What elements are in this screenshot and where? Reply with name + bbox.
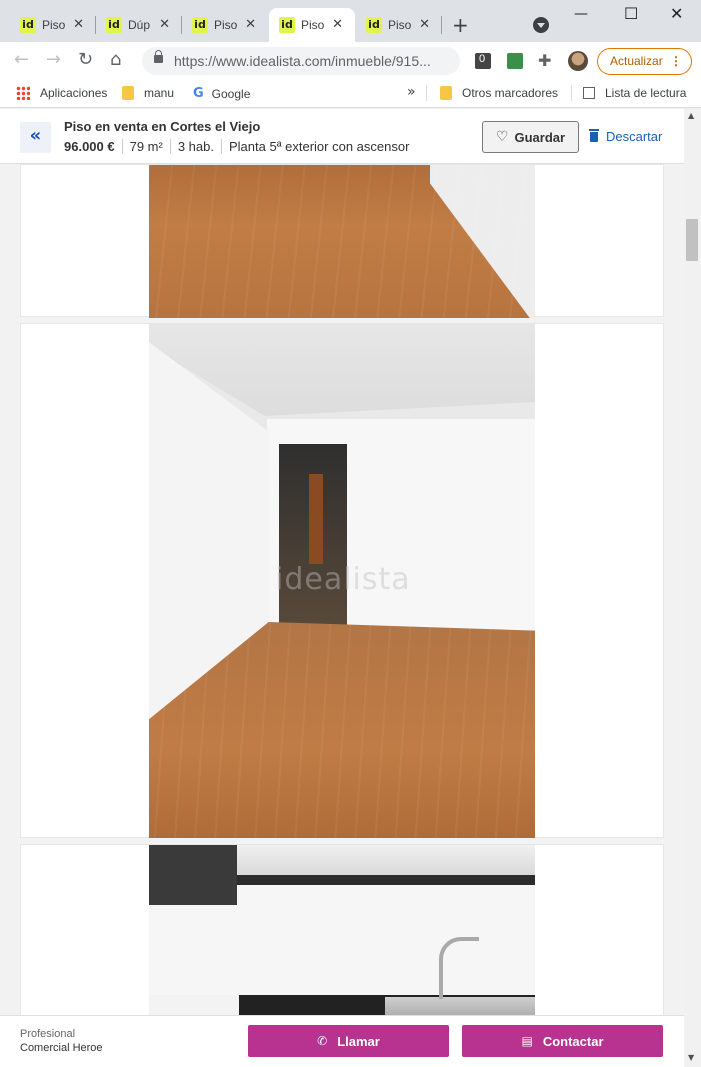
maximize-icon[interactable]: ☐ xyxy=(624,4,638,23)
bookmark-label: Otros marcadores xyxy=(462,86,559,100)
update-button[interactable]: Actualizar ⋮ xyxy=(597,48,692,75)
bookmark-label: Google xyxy=(211,86,251,101)
photo-door xyxy=(309,474,323,564)
new-tab-button[interactable]: + xyxy=(452,14,469,36)
contact-footer: Profesional Comercial Heroe ✆ Llamar ▤ C… xyxy=(0,1015,684,1067)
scroll-thumb[interactable] xyxy=(686,219,698,261)
bookmark-separator xyxy=(426,85,427,101)
extension-counter-icon[interactable] xyxy=(475,53,491,69)
idealista-favicon-icon: id xyxy=(106,17,122,33)
idealista-favicon-icon: id xyxy=(366,17,382,33)
folder-icon xyxy=(122,86,134,100)
extension-map-icon[interactable] xyxy=(507,53,523,69)
bookmark-apps[interactable]: Aplicaciones xyxy=(16,86,107,100)
back-to-list-button[interactable]: « xyxy=(20,122,51,153)
close-icon[interactable]: ✕ xyxy=(159,17,170,32)
scroll-up-icon[interactable]: ▲ xyxy=(688,111,694,120)
watermark: idealista xyxy=(275,562,411,597)
photo-card[interactable]: idealista xyxy=(20,323,664,838)
call-label: Llamar xyxy=(337,1033,380,1049)
idealista-favicon-icon: id xyxy=(192,17,208,33)
lock-icon[interactable] xyxy=(154,50,163,63)
listing-price: 96.000 € xyxy=(64,139,115,154)
listing-area: 79 m² xyxy=(121,139,170,154)
photo-hood xyxy=(149,845,237,905)
bookmark-label: Aplicaciones xyxy=(40,86,108,100)
browser-tab[interactable]: id Piso ✕ xyxy=(182,8,268,42)
bookmark-folder-manu[interactable]: manu xyxy=(122,86,174,100)
google-icon: G xyxy=(193,86,204,101)
browser-tab[interactable]: id Piso ✕ xyxy=(356,8,442,42)
listing-floor: Planta 5ª exterior con ascensor xyxy=(221,139,416,154)
close-icon[interactable]: ✕ xyxy=(332,17,343,32)
listing-title[interactable]: Piso en venta en Cortes el Viejo xyxy=(64,119,260,134)
reading-list-icon xyxy=(583,87,595,99)
listing-photo-floor[interactable] xyxy=(149,165,535,318)
save-label: Guardar xyxy=(514,129,566,145)
page-viewport: « Piso en venta en Cortes el Viejo 96.00… xyxy=(0,109,684,1067)
browser-tab-active[interactable]: id Piso ✕ xyxy=(269,8,355,42)
profile-avatar[interactable] xyxy=(568,51,588,71)
scroll-down-icon[interactable]: ▼ xyxy=(688,1053,694,1062)
tab-separator xyxy=(441,16,442,34)
more-bookmarks-icon[interactable]: » xyxy=(407,84,416,100)
listing-rooms: 3 hab. xyxy=(169,139,221,154)
close-icon[interactable]: ✕ xyxy=(73,17,84,32)
discard-button[interactable]: Descartar xyxy=(589,128,663,144)
bookmarks-bar: Aplicaciones manu G Google » Otros marca… xyxy=(0,80,701,108)
trash-icon xyxy=(589,128,599,142)
contact-label: Contactar xyxy=(542,1033,604,1049)
url-text[interactable]: https://www.idealista.com/inmueble/915..… xyxy=(174,53,454,69)
listing-header: « Piso en venta en Cortes el Viejo 96.00… xyxy=(0,109,684,164)
phone-icon: ✆ xyxy=(317,1034,328,1048)
browser-tab[interactable]: id Piso ✕ xyxy=(10,8,96,42)
tab-title: Piso xyxy=(42,18,66,32)
call-button[interactable]: ✆ Llamar xyxy=(248,1025,449,1057)
minimize-icon[interactable]: — xyxy=(574,6,588,22)
reload-icon[interactable]: ↻ xyxy=(78,50,93,70)
tab-title: Piso xyxy=(301,18,325,32)
browser-tab[interactable]: id Dúp ✕ xyxy=(96,8,182,42)
forward-arrow-icon[interactable]: → xyxy=(46,50,61,70)
extensions-puzzle-icon[interactable]: ✚ xyxy=(538,51,554,70)
close-window-icon[interactable]: ✕ xyxy=(670,4,683,23)
bookmark-separator xyxy=(571,85,572,101)
bookmark-label: manu xyxy=(144,86,175,100)
agency-name[interactable]: Comercial Heroe xyxy=(20,1042,103,1054)
photo-faucet xyxy=(439,937,479,999)
save-button[interactable]: ♡ Guardar xyxy=(482,121,579,153)
apps-grid-icon xyxy=(16,86,30,100)
discard-label: Descartar xyxy=(606,129,663,144)
tab-title: Piso xyxy=(388,18,412,32)
heart-icon: ♡ xyxy=(495,129,509,145)
more-options-icon: ⋮ xyxy=(670,54,682,68)
bookmark-google[interactable]: G Google xyxy=(193,86,250,101)
contact-button[interactable]: ▤ Contactar xyxy=(462,1025,663,1057)
page-scrollbar[interactable]: ▲ ▼ xyxy=(684,109,701,1067)
tab-title: Piso xyxy=(214,18,238,32)
chat-icon: ▤ xyxy=(521,1034,533,1048)
update-label: Actualizar xyxy=(610,54,663,68)
close-icon[interactable]: ✕ xyxy=(245,17,256,32)
idealista-favicon-icon: id xyxy=(20,17,36,33)
folder-icon xyxy=(440,86,452,100)
listing-photo-room[interactable]: idealista xyxy=(149,324,535,838)
bookmark-other[interactable]: Otros marcadores xyxy=(440,86,558,100)
listing-details: 96.000 € 79 m² 3 hab. Planta 5ª exterior… xyxy=(64,139,416,154)
back-arrow-icon[interactable]: ← xyxy=(14,50,29,70)
reading-list[interactable]: Lista de lectura xyxy=(583,86,686,100)
bookmark-label: Lista de lectura xyxy=(605,86,687,100)
idealista-favicon-icon: id xyxy=(279,17,295,33)
home-icon[interactable]: ⌂ xyxy=(110,50,121,70)
tab-title: Dúp xyxy=(128,18,151,32)
profile-type-label: Profesional xyxy=(20,1028,76,1040)
close-icon[interactable]: ✕ xyxy=(419,17,430,32)
browser-toolbar: ← → ↻ ⌂ https://www.idealista.com/inmueb… xyxy=(0,42,701,80)
address-bar[interactable]: https://www.idealista.com/inmueble/915..… xyxy=(142,47,460,75)
photo-card[interactable] xyxy=(20,164,664,318)
tab-strip: id Piso ✕ id Dúp ✕ id Piso ✕ id Piso ✕ i… xyxy=(0,0,701,42)
tab-search-icon[interactable] xyxy=(533,17,549,33)
